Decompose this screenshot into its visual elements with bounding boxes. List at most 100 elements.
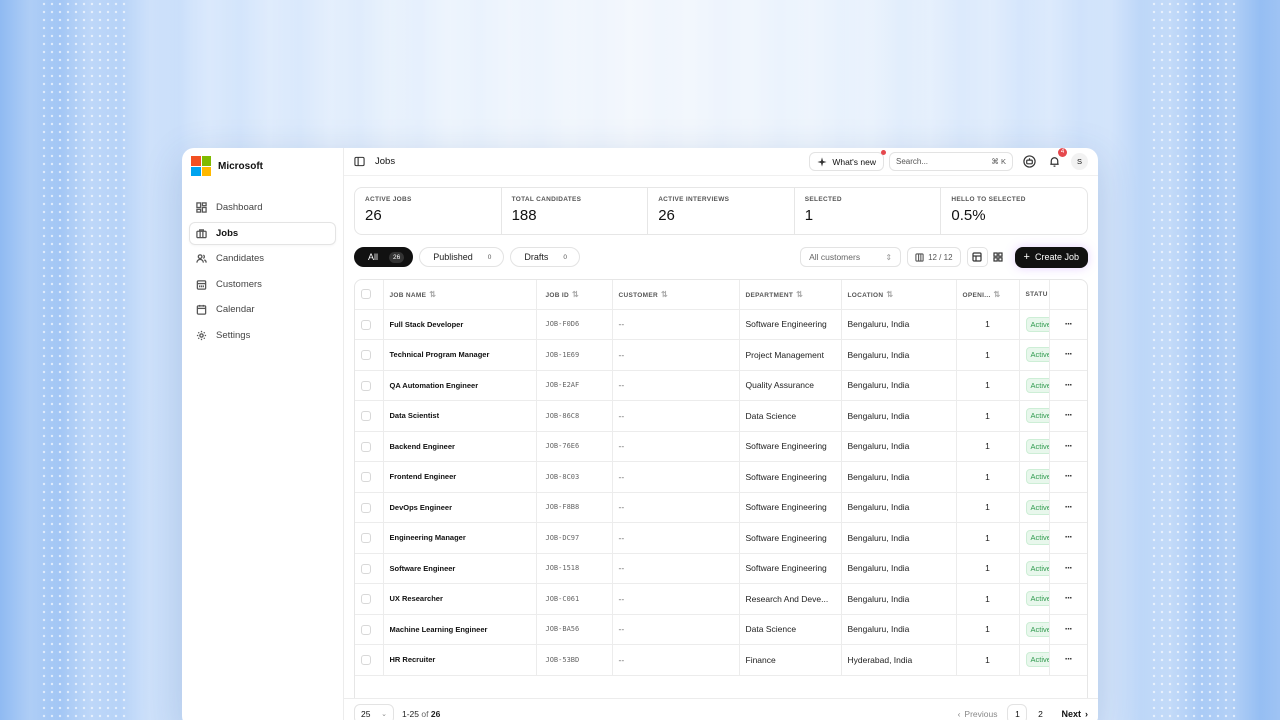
sidebar-item-customers[interactable]: Customers xyxy=(189,273,336,296)
status-cell: Active xyxy=(1019,431,1050,462)
row-actions-button[interactable]: ··· xyxy=(1049,553,1087,584)
table-row[interactable]: DevOps Engineer JOB-F8B8 -- Software Engine… xyxy=(355,492,1087,523)
table-row[interactable]: Engineering Manager JOB-DC97 -- Software En… xyxy=(355,522,1087,554)
sidebar: Microsoft Dashboard Jobs Candidates Custome… xyxy=(182,148,344,720)
tab-count: 0 xyxy=(487,253,492,261)
dashboard-icon xyxy=(196,202,207,213)
stat-card: TOTAL CANDIDATES 188 xyxy=(502,188,649,234)
row-select-cell xyxy=(355,614,384,645)
row-checkbox[interactable] xyxy=(361,472,371,483)
sidebar-toggle-icon[interactable] xyxy=(354,156,365,167)
row-checkbox[interactable] xyxy=(361,441,371,452)
row-checkbox[interactable] xyxy=(361,319,371,330)
department: Software Engineering xyxy=(739,522,842,554)
row-checkbox[interactable] xyxy=(361,380,371,391)
row-select-cell xyxy=(355,644,384,676)
job-name[interactable]: Full Stack Developer xyxy=(383,309,537,340)
job-name[interactable]: Technical Program Manager xyxy=(383,339,537,371)
table-row[interactable]: QA Automation Engineer JOB-E2AF -- Quality … xyxy=(355,370,1087,401)
table-row[interactable]: Machine Learning Engineer JOB-BA56 -- Data … xyxy=(355,614,1087,645)
row-actions-button[interactable]: ··· xyxy=(1049,309,1087,340)
row-checkbox[interactable] xyxy=(361,350,371,361)
previous-button[interactable]: ‹ Previous xyxy=(958,709,998,719)
row-actions-button[interactable]: ··· xyxy=(1049,492,1087,523)
tab-published[interactable]: Published 0 xyxy=(419,247,505,267)
tab-label: Drafts xyxy=(524,252,549,262)
row-actions-button[interactable]: ··· xyxy=(1049,461,1087,493)
department: Quality Assurance xyxy=(739,370,842,401)
row-checkbox[interactable] xyxy=(361,502,371,513)
next-button[interactable]: Next › xyxy=(1061,709,1088,719)
table-row[interactable]: Technical Program Manager JOB-1E69 -- Proje… xyxy=(355,339,1087,371)
column-header[interactable]: OPENI... ⇅ xyxy=(956,280,1020,310)
brand[interactable]: Microsoft xyxy=(189,156,336,176)
more-horizontal-icon: ··· xyxy=(1064,379,1073,391)
table-view-button[interactable] xyxy=(966,247,988,267)
table-row[interactable]: HR Recruiter JOB-53BD -- Finance Hyderabad, … xyxy=(355,644,1087,676)
table-row[interactable]: UX Researcher JOB-C061 -- Research And Deve… xyxy=(355,583,1087,615)
sidebar-item-calendar[interactable]: Calendar xyxy=(189,298,336,321)
row-actions-button[interactable]: ··· xyxy=(1049,370,1087,401)
job-name[interactable]: Engineering Manager xyxy=(383,522,537,554)
row-actions-button[interactable]: ··· xyxy=(1049,339,1087,371)
row-checkbox[interactable] xyxy=(361,533,371,544)
table-row[interactable]: Frontend Engineer JOB-8C03 -- Software Engi… xyxy=(355,461,1087,493)
create-job-button[interactable]: + Create Job xyxy=(1014,246,1088,268)
row-actions-button[interactable]: ··· xyxy=(1049,522,1087,554)
sidebar-item-jobs[interactable]: Jobs xyxy=(189,221,336,245)
sidebar-item-dashboard[interactable]: Dashboard xyxy=(189,196,336,219)
notifications-button[interactable]: 4 xyxy=(1046,148,1067,170)
job-name[interactable]: Machine Learning Engineer xyxy=(383,614,537,645)
jobs-table: JOB NAME ⇅ JOB ID ⇅ CUSTOMER ⇅ DEPARTMENT ⇅ LOCA… xyxy=(355,280,1087,676)
job-name[interactable]: Data Scientist xyxy=(383,400,537,432)
job-name[interactable]: UX Researcher xyxy=(383,583,537,615)
tab-all[interactable]: All 26 xyxy=(354,247,414,267)
job-name[interactable]: Software Engineer xyxy=(383,553,537,584)
row-checkbox[interactable] xyxy=(361,563,371,574)
assistant-button[interactable] xyxy=(1021,154,1037,170)
tab-drafts[interactable]: Drafts 0 xyxy=(510,247,581,267)
job-name[interactable]: HR Recruiter xyxy=(383,644,537,676)
grid-view-button[interactable] xyxy=(988,247,1009,267)
columns-button[interactable]: 12 / 12 xyxy=(907,247,961,267)
customer-select[interactable]: All customers ⇕ xyxy=(800,247,902,267)
row-actions-button[interactable]: ··· xyxy=(1049,431,1087,462)
job-name[interactable]: Frontend Engineer xyxy=(383,461,537,493)
row-checkbox[interactable] xyxy=(361,594,371,605)
job-name[interactable]: Backend Engineer xyxy=(383,431,537,462)
table-row[interactable]: Backend Engineer JOB-76E6 -- Software Engin… xyxy=(355,431,1087,462)
more-horizontal-icon: ··· xyxy=(1064,440,1073,452)
sidebar-item-settings[interactable]: Settings xyxy=(189,324,336,347)
column-header[interactable]: LOCATION ⇅ xyxy=(841,280,957,310)
column-header[interactable]: JOB ID ⇅ xyxy=(536,280,613,310)
search-input[interactable]: Search... ⌘ K xyxy=(889,152,1013,171)
column-header[interactable]: CUSTOMER ⇅ xyxy=(612,280,740,310)
row-checkbox[interactable] xyxy=(361,655,371,666)
page-button-1[interactable]: 1 xyxy=(1007,703,1028,720)
table-row[interactable]: Data Scientist JOB-86C8 -- Data Science Beng… xyxy=(355,400,1087,432)
row-checkbox[interactable] xyxy=(361,624,371,635)
sidebar-item-label: Customers xyxy=(216,278,262,290)
tab-label: Published xyxy=(433,252,473,262)
row-actions-button[interactable]: ··· xyxy=(1049,644,1087,676)
job-name[interactable]: QA Automation Engineer xyxy=(383,370,537,401)
row-actions-button[interactable]: ··· xyxy=(1049,583,1087,615)
more-horizontal-icon: ··· xyxy=(1064,532,1073,544)
column-header[interactable]: STATU xyxy=(1019,280,1050,310)
page-button-2[interactable]: 2 xyxy=(1030,704,1050,720)
row-actions-button[interactable]: ··· xyxy=(1049,400,1087,432)
row-checkbox[interactable] xyxy=(361,411,371,422)
sidebar-item-candidates[interactable]: Candidates xyxy=(189,247,336,270)
table-row[interactable]: Software Engineer JOB-1518 -- Software Engi… xyxy=(355,553,1087,584)
select-all-checkbox[interactable] xyxy=(361,289,371,300)
sort-icon: ⇅ xyxy=(993,289,1001,299)
table-row[interactable]: Full Stack Developer JOB-F0D6 -- Software E… xyxy=(355,309,1087,340)
whats-new-button[interactable]: What's new xyxy=(809,150,886,171)
job-name[interactable]: DevOps Engineer xyxy=(383,492,537,523)
column-header[interactable]: JOB NAME ⇅ xyxy=(383,280,537,310)
row-actions-button[interactable]: ··· xyxy=(1049,614,1087,645)
avatar[interactable]: S xyxy=(1071,153,1088,170)
column-header[interactable]: DEPARTMENT ⇅ xyxy=(739,280,842,310)
page-size-select[interactable]: 25 ⌄ xyxy=(354,703,394,720)
app-window: Microsoft Dashboard Jobs Candidates Custome… xyxy=(182,148,1098,720)
